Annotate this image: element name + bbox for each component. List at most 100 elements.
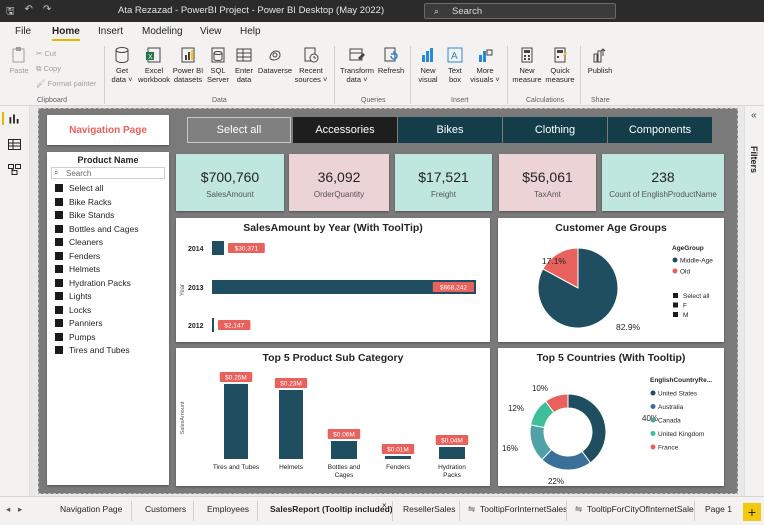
excel-workbook-button[interactable]: X Excel workbook xyxy=(137,46,171,84)
model-view-icon[interactable] xyxy=(8,164,21,175)
dataverse-icon xyxy=(269,50,281,61)
page-tab-resellersales[interactable]: ResellerSales xyxy=(403,504,455,514)
dataverse-button[interactable]: Dataverse xyxy=(257,46,293,75)
page-tab-employees[interactable]: Employees xyxy=(207,504,249,514)
slicer-item[interactable]: Bike Racks xyxy=(55,196,112,208)
kpi-product-count[interactable]: 238 Count of EnglishProductName xyxy=(602,154,724,211)
report-view-icon[interactable] xyxy=(2,112,24,125)
top5-subcategory-chart[interactable]: Top 5 Product Sub Category SalesAmount $0… xyxy=(176,348,490,486)
customer-age-groups-chart[interactable]: Customer Age Groups 17.1% 82.9% AgeGroup Mi… xyxy=(498,218,724,342)
tab-help[interactable]: Help xyxy=(240,26,261,37)
close-tab-icon[interactable]: × xyxy=(382,501,387,510)
kpi-tax-amt[interactable]: $56,061 TaxAmt xyxy=(499,154,596,211)
format-painter-button[interactable]: 🖌 Format painter xyxy=(36,79,96,88)
undo-icon[interactable]: ↶ xyxy=(25,4,33,21)
quick-measure-button[interactable]: Quick measure xyxy=(545,46,575,84)
chevron-left-icon[interactable]: « xyxy=(751,110,757,121)
slicer-item[interactable]: Bike Stands xyxy=(55,209,114,221)
text-box-button[interactable]: A Text box xyxy=(442,46,468,84)
select-all-button[interactable]: Select all xyxy=(187,117,291,143)
data-view-icon[interactable] xyxy=(8,139,21,150)
tab-file[interactable]: File xyxy=(15,26,31,37)
new-measure-button[interactable]: New measure xyxy=(511,46,543,84)
sql-server-icon xyxy=(211,47,225,63)
checkbox[interactable] xyxy=(55,238,63,246)
sql-server-button[interactable]: SQL Server xyxy=(205,46,231,84)
powerbi-datasets-button[interactable]: Power BI datasets xyxy=(172,46,204,84)
data-label: 10% xyxy=(532,384,548,393)
copy-button[interactable]: ⧉ Copy xyxy=(36,64,61,74)
prev-page-icon[interactable]: ◂ xyxy=(6,504,10,515)
next-page-icon[interactable]: ▸ xyxy=(18,504,22,515)
checkbox[interactable] xyxy=(55,319,63,327)
accessories-button[interactable]: Accessories xyxy=(293,117,397,143)
slicer-item[interactable]: Bottles and Cages xyxy=(55,223,138,235)
get-data-button[interactable]: Get data ˅ xyxy=(108,46,136,84)
slicer-item[interactable]: Cleaners xyxy=(55,236,103,248)
add-page-button[interactable]: + xyxy=(743,503,761,521)
bikes-button[interactable]: Bikes xyxy=(398,117,502,143)
publish-button[interactable]: Publish xyxy=(585,46,615,75)
checkbox[interactable] xyxy=(55,332,63,341)
tab-modeling[interactable]: Modeling xyxy=(142,26,183,37)
cut-button[interactable]: ✂ Cut xyxy=(36,49,56,58)
customer-age-groups-svg: 17.1% 82.9% AgeGroup Middle-Age Old Select al… xyxy=(537,245,713,332)
window-title: Ata Rezazad - PowerBI Project - Power BI… xyxy=(118,5,385,16)
checkbox[interactable] xyxy=(55,265,63,273)
slicer-item[interactable]: Pumps xyxy=(55,331,95,343)
components-button[interactable]: Components xyxy=(608,117,712,143)
top5-countries-chart[interactable]: Top 5 Countries (With Tooltip) 40% 22% 16%… xyxy=(498,348,724,486)
slicer-item[interactable]: Tires and Tubes xyxy=(55,344,130,356)
slicer-item[interactable]: Fenders xyxy=(55,250,100,262)
transform-data-button[interactable]: Transform data ˅ xyxy=(339,46,375,84)
kpi-order-quantity[interactable]: 36,092 OrderQuantity xyxy=(289,154,389,211)
sales-by-year-chart[interactable]: SalesAmount by Year (With ToolTip) Year 2… xyxy=(176,218,490,342)
page-tab-tooltip-internetsales[interactable]: TooltipForInternetSales xyxy=(480,504,567,514)
slicer-item[interactable]: Lights xyxy=(55,290,92,302)
enter-data-button[interactable]: Enter data xyxy=(232,46,256,84)
search-box[interactable]: ⌕ Search xyxy=(424,3,616,19)
checkbox[interactable] xyxy=(55,278,63,287)
page-tab-salesreport[interactable]: SalesReport (Tooltip included) xyxy=(270,504,393,514)
slicer-item[interactable]: Panniers xyxy=(55,317,103,329)
save-icon[interactable]: 🖫 xyxy=(6,4,15,21)
redo-icon[interactable]: ↷ xyxy=(43,4,51,21)
page-tab-page1[interactable]: Page 1 xyxy=(705,504,732,514)
clothing-button[interactable]: Clothing xyxy=(503,117,607,143)
new-visual-button[interactable]: New visual xyxy=(414,46,442,84)
more-visuals-button[interactable]: More visuals ˅ xyxy=(468,46,502,84)
kpi-freight[interactable]: $17,521 Freight xyxy=(395,154,492,211)
checkbox[interactable] xyxy=(55,211,63,219)
slicer-item[interactable]: Hydration Packs xyxy=(55,277,131,289)
slicer-item[interactable]: Locks xyxy=(55,304,91,316)
tick-label: 2012 xyxy=(188,323,204,330)
data-label: $0.01M xyxy=(387,447,409,454)
checkbox[interactable] xyxy=(55,305,63,314)
tick-label: Tires and Tubes xyxy=(213,464,260,471)
slicer-search-input[interactable]: ⌕ Search xyxy=(51,167,165,179)
tick-label: 2014 xyxy=(188,246,204,253)
datasets-icon xyxy=(181,47,195,63)
excel-icon: X xyxy=(146,47,161,63)
ribbon-tabs: File Home Insert Modeling View Help xyxy=(0,22,764,42)
filters-pane[interactable]: « Filters xyxy=(744,106,764,496)
page-tab-customers[interactable]: Customers xyxy=(145,504,186,514)
slicer-item[interactable]: Helmets xyxy=(55,263,100,275)
kpi-sales-amount[interactable]: $700,760 SalesAmount xyxy=(176,154,284,211)
checkbox[interactable] xyxy=(55,346,63,354)
tab-home[interactable]: Home xyxy=(52,26,80,41)
recent-sources-button[interactable]: Recent sources ˅ xyxy=(294,46,328,84)
checkbox[interactable] xyxy=(55,251,63,260)
tab-insert[interactable]: Insert xyxy=(98,26,123,37)
checkbox[interactable] xyxy=(55,292,63,300)
page-tab-navigation[interactable]: Navigation Page xyxy=(60,504,122,514)
refresh-button[interactable]: Refresh xyxy=(377,46,405,75)
checkbox[interactable] xyxy=(55,224,63,233)
checkbox[interactable] xyxy=(55,184,63,192)
checkbox[interactable] xyxy=(55,197,63,206)
page-tab-tooltip-city[interactable]: TooltipForCityOfInternetSale xyxy=(587,504,694,514)
calculations-group-label: Calculations xyxy=(526,97,565,104)
slicer-item[interactable]: Select all xyxy=(55,182,104,194)
paste-button[interactable]: Paste xyxy=(6,46,32,75)
tab-view[interactable]: View xyxy=(200,26,222,37)
